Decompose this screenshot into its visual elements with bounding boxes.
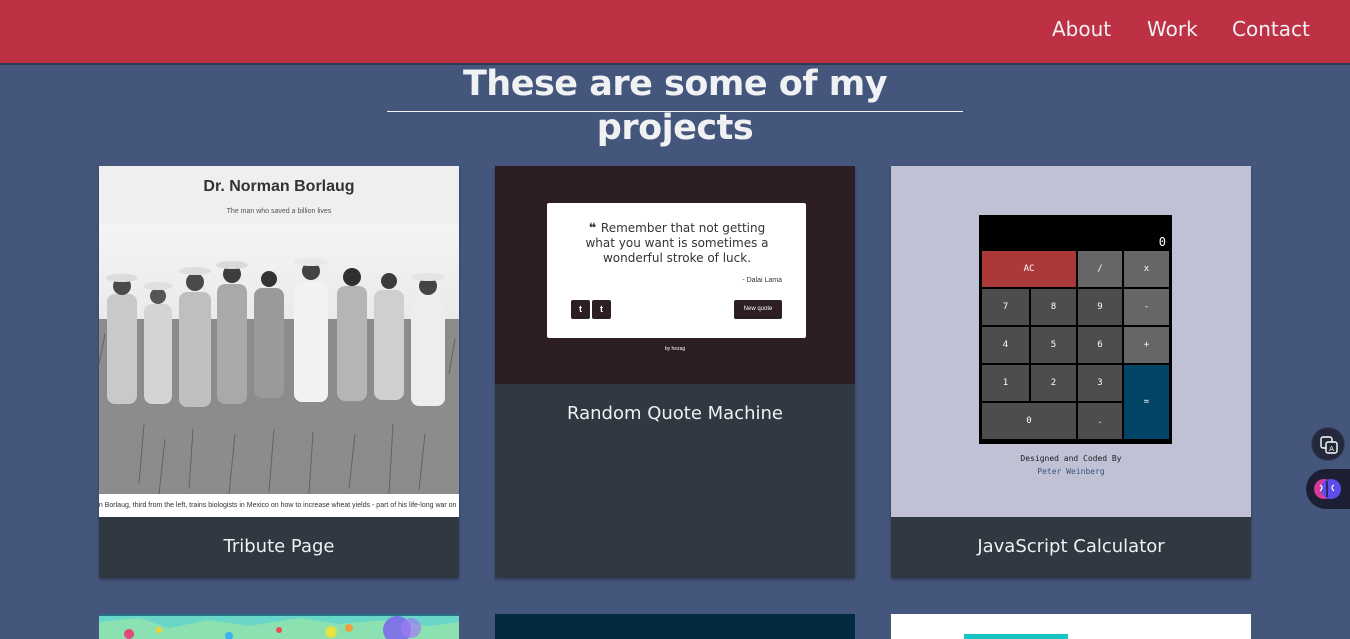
project-title: Tribute Page bbox=[223, 536, 335, 557]
calc-key-6: 6 bbox=[1077, 326, 1123, 364]
navbar: About Work Contact bbox=[0, 0, 1350, 63]
thumbnail-subtitle: The man who saved a billion lives bbox=[226, 208, 332, 215]
quote-left-icon: ❝ bbox=[588, 221, 601, 236]
calc-key-7: 7 bbox=[981, 288, 1030, 326]
credit-line: Designed and Coded By bbox=[1020, 454, 1122, 463]
calc-key-decimal: . bbox=[1077, 402, 1123, 440]
project-card-random-quote-machine[interactable]: ❝ Remember that not getting what you wan… bbox=[495, 166, 855, 578]
calc-key-5: 5 bbox=[1030, 326, 1077, 364]
svg-text:A: A bbox=[1329, 445, 1334, 453]
project-title: Random Quote Machine bbox=[566, 403, 784, 424]
calc-key-2: 2 bbox=[1030, 364, 1077, 402]
thumbnail-photo bbox=[99, 224, 459, 494]
calc-key-3: 3 bbox=[1077, 364, 1123, 402]
nav-link-about[interactable]: About bbox=[1052, 17, 1111, 41]
tumblr-icon: t bbox=[592, 300, 611, 319]
calc-key-8: 8 bbox=[1030, 288, 1077, 326]
thumbnail-title: Dr. Norman Borlaug bbox=[203, 178, 355, 195]
project-card-light[interactable] bbox=[891, 614, 1251, 639]
calc-key-4: 4 bbox=[981, 326, 1030, 364]
calc-key-9: 9 bbox=[1077, 288, 1123, 326]
projects-heading: These are some of my projects bbox=[387, 62, 963, 148]
calc-key-plus: + bbox=[1123, 326, 1170, 364]
thumbnail-header: Dr. Norman Borlaug The man who saved a b… bbox=[99, 166, 459, 224]
thumbnail-background: ❝ Remember that not getting what you wan… bbox=[495, 166, 855, 384]
map-thumbnail bbox=[99, 614, 459, 639]
project-card-tribute-page[interactable]: Dr. Norman Borlaug The man who saved a b… bbox=[99, 166, 459, 578]
quote-author: - Dalai Lama bbox=[742, 277, 782, 284]
calculator-display: 0 bbox=[1158, 235, 1166, 249]
calculator-credit: Designed and Coded By Peter Weinberg bbox=[891, 452, 1251, 478]
new-quote-button: New quote bbox=[734, 300, 782, 319]
calc-key-0: 0 bbox=[981, 402, 1077, 440]
thumbnail-accent-bar bbox=[964, 634, 1068, 639]
translate-icon[interactable]: A bbox=[1311, 427, 1345, 461]
calc-key-equals: = bbox=[1123, 364, 1170, 440]
quote-by-line: by hezag bbox=[664, 346, 686, 352]
calc-key-1: 1 bbox=[981, 364, 1030, 402]
thumbnail-caption: an Borlaug, third from the left, trains … bbox=[99, 494, 459, 517]
quote-text: Remember that not getting what you want … bbox=[585, 221, 769, 265]
project-title: JavaScript Calculator bbox=[977, 536, 1165, 557]
calc-key-ac: AC bbox=[981, 250, 1077, 288]
nav-link-work[interactable]: Work bbox=[1147, 17, 1198, 41]
thumbnail-background: 0 AC / x 7 8 9 - 4 5 6 + 1 2 3 = 0 . Des… bbox=[891, 166, 1251, 517]
brain-icon[interactable] bbox=[1306, 469, 1350, 509]
twitter-icon: t bbox=[571, 300, 590, 319]
calc-key-multiply: x bbox=[1123, 250, 1170, 288]
calculator: 0 AC / x 7 8 9 - 4 5 6 + 1 2 3 = 0 . bbox=[979, 215, 1172, 444]
calc-key-divide: / bbox=[1077, 250, 1123, 288]
nav-link-contact[interactable]: Contact bbox=[1232, 17, 1310, 41]
quote-text-wrap: ❝ Remember that not getting what you wan… bbox=[577, 221, 777, 266]
credit-author: Peter Weinberg bbox=[1037, 467, 1105, 476]
quote-box: ❝ Remember that not getting what you wan… bbox=[547, 203, 806, 338]
project-card-dark[interactable] bbox=[495, 614, 855, 639]
project-card-javascript-calculator[interactable]: 0 AC / x 7 8 9 - 4 5 6 + 1 2 3 = 0 . Des… bbox=[891, 166, 1251, 578]
calc-key-minus: - bbox=[1123, 288, 1170, 326]
project-card-map[interactable] bbox=[99, 614, 459, 639]
